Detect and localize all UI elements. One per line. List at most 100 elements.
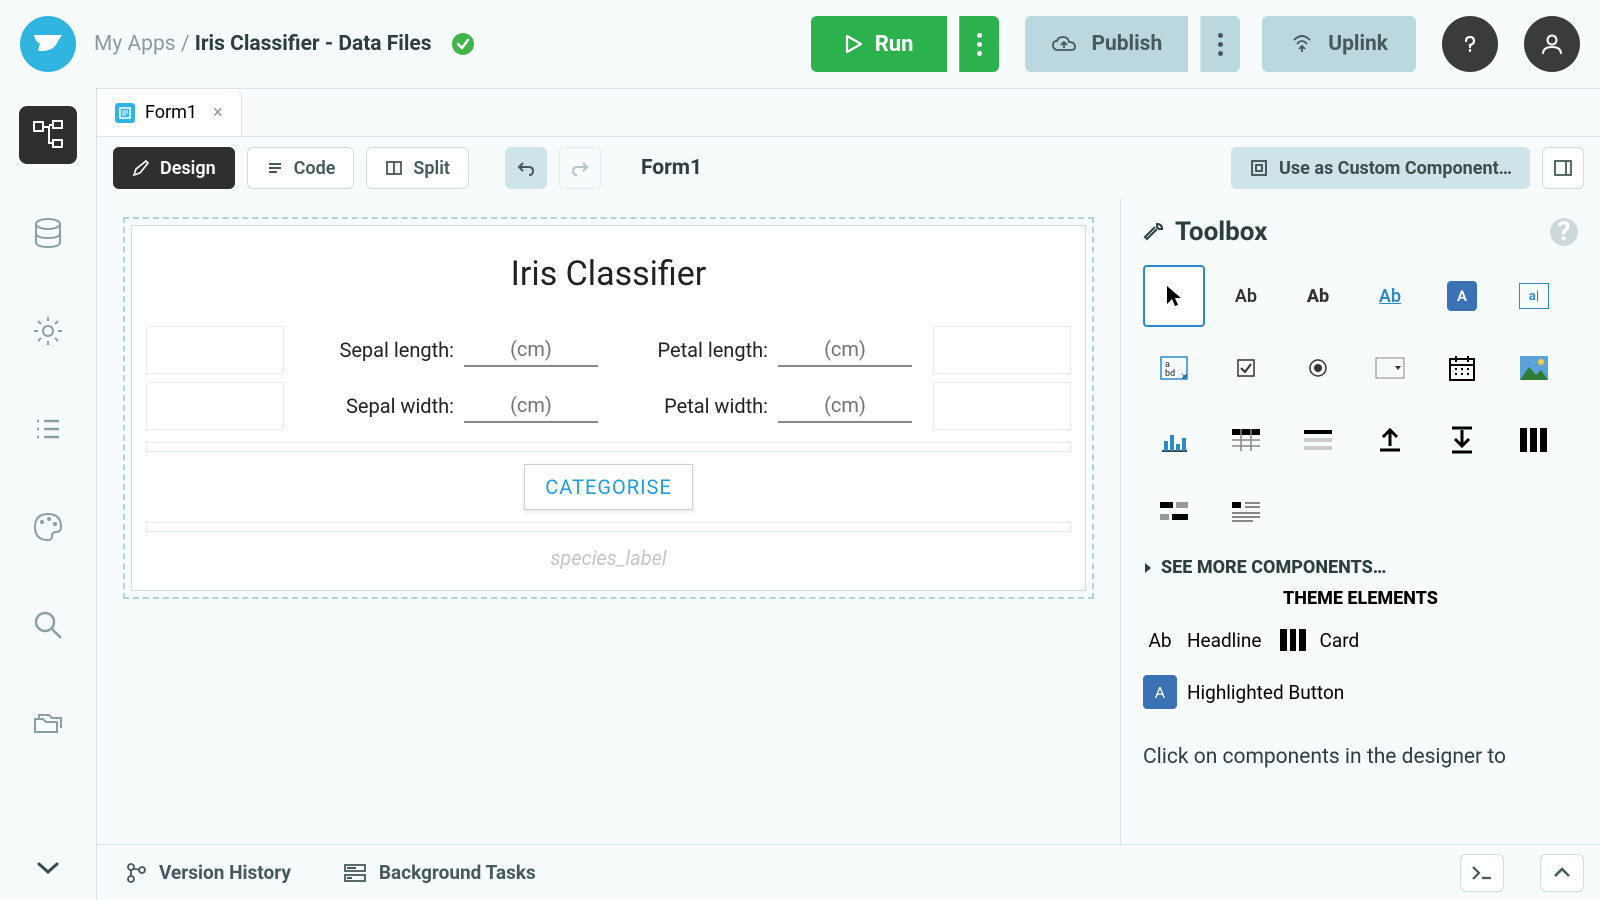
split-icon: [385, 159, 403, 177]
list-icon: [31, 412, 65, 446]
version-history-button[interactable]: Version History: [113, 861, 303, 884]
tool-textarea[interactable]: abd: [1143, 337, 1205, 399]
tool-datepicker[interactable]: [1431, 337, 1493, 399]
tool-link[interactable]: Ab: [1359, 265, 1421, 327]
toolbox-header: Toolbox ?: [1143, 217, 1578, 247]
rail-theme[interactable]: [19, 498, 77, 556]
tool-label[interactable]: Ab: [1215, 265, 1277, 327]
redo-icon: [570, 158, 590, 178]
drop-slot[interactable]: [146, 442, 1071, 452]
theme-headline[interactable]: AbHeadline: [1143, 623, 1262, 657]
textarea-icon: abd: [1158, 352, 1190, 384]
publish-more-button[interactable]: [1200, 16, 1240, 72]
theme-highlighted-button[interactable]: AHighlighted Button: [1143, 675, 1344, 709]
categorise-button[interactable]: CATEGORISE: [524, 464, 693, 510]
tool-pointer[interactable]: [1143, 265, 1205, 327]
petal-length-input[interactable]: [778, 333, 912, 367]
rail-database[interactable]: [19, 204, 77, 262]
background-tasks-button[interactable]: Background Tasks: [331, 861, 548, 884]
tool-data-grid[interactable]: [1215, 409, 1277, 471]
play-icon: [845, 34, 863, 54]
tool-repeating-panel[interactable]: [1287, 409, 1349, 471]
undo-button[interactable]: [505, 147, 547, 189]
caret-right-icon: [1143, 561, 1153, 575]
empty-slot[interactable]: [146, 326, 284, 374]
code-view-button[interactable]: Code: [247, 147, 355, 189]
drop-slot[interactable]: [146, 522, 1071, 532]
form-container[interactable]: Iris Classifier Sepal length: Petal leng…: [123, 217, 1094, 599]
expand-button[interactable]: [1540, 854, 1584, 892]
pointer-icon: [1164, 284, 1184, 308]
tab-bar: Form1 ×: [97, 89, 1600, 137]
tool-checkbox[interactable]: [1215, 337, 1277, 399]
rail-collapse[interactable]: [36, 860, 60, 876]
component-icon: [1249, 158, 1269, 178]
see-more-components[interactable]: SEE MORE COMPONENTS…: [1143, 557, 1578, 578]
species-label[interactable]: species_label: [146, 546, 1071, 570]
console-button[interactable]: [1460, 854, 1504, 892]
empty-slot[interactable]: [146, 382, 284, 430]
rail-files[interactable]: [19, 694, 77, 752]
petal-width-label[interactable]: Petal width:: [598, 394, 778, 418]
help-button[interactable]: [1442, 16, 1498, 72]
tab-form1[interactable]: Form1 ×: [97, 89, 242, 136]
checkbox-icon: [1236, 358, 1256, 378]
chart-icon: [1159, 427, 1189, 453]
redo-button[interactable]: [559, 147, 601, 189]
petal-length-label[interactable]: Petal length:: [598, 338, 778, 362]
tool-rich-text[interactable]: [1215, 481, 1277, 543]
design-view-button[interactable]: Design: [113, 147, 235, 189]
anvil-logo[interactable]: [20, 16, 76, 72]
image-icon: [1519, 355, 1549, 381]
tool-textbox[interactable]: a|: [1503, 265, 1565, 327]
tool-dropdown[interactable]: [1359, 337, 1421, 399]
sepal-length-label[interactable]: Sepal length:: [284, 338, 464, 362]
uplink-button[interactable]: Uplink: [1262, 16, 1416, 72]
tool-file-upload[interactable]: [1359, 409, 1421, 471]
tab-label: Form1: [145, 102, 197, 123]
breadcrumb-root[interactable]: My Apps: [94, 32, 176, 56]
tool-label-bold[interactable]: Ab: [1287, 265, 1349, 327]
rail-settings[interactable]: [19, 302, 77, 360]
theme-card[interactable]: Card: [1276, 623, 1360, 657]
close-icon[interactable]: ×: [213, 102, 223, 123]
account-button[interactable]: [1524, 16, 1580, 72]
petal-width-input[interactable]: [778, 389, 912, 423]
run-more-button[interactable]: [959, 16, 999, 72]
columns-panel-icon: [1519, 427, 1549, 453]
publish-button[interactable]: Publish: [1025, 16, 1188, 72]
rail-search[interactable]: [19, 596, 77, 654]
footer: Version History Background Tasks: [97, 844, 1600, 900]
breadcrumb[interactable]: My Apps / Iris Classifier - Data Files: [94, 32, 432, 56]
custom-component-button[interactable]: Use as Custom Component…: [1231, 147, 1530, 189]
toolbox-help-button[interactable]: ?: [1550, 218, 1578, 246]
panels-button[interactable]: [1542, 147, 1584, 189]
rail-app-browser[interactable]: [19, 106, 77, 164]
toolbox-panel: Toolbox ? Ab Ab Ab A a| abd: [1120, 199, 1600, 844]
header: My Apps / Iris Classifier - Data Files R…: [0, 0, 1600, 88]
workspace: Iris Classifier Sepal length: Petal leng…: [97, 199, 1600, 844]
tool-radio[interactable]: [1287, 337, 1349, 399]
tool-download[interactable]: [1431, 409, 1493, 471]
empty-slot[interactable]: [933, 326, 1071, 374]
tool-button[interactable]: A: [1431, 265, 1493, 327]
tool-flow-panel[interactable]: [1143, 481, 1205, 543]
tool-column-panel[interactable]: [1503, 409, 1565, 471]
sepal-width-input[interactable]: [464, 389, 598, 423]
folders-icon: [31, 706, 65, 740]
chevron-down-icon: [36, 860, 60, 876]
run-button[interactable]: Run: [811, 16, 948, 72]
sepal-length-input[interactable]: [464, 333, 598, 367]
search-icon: [31, 608, 65, 642]
empty-slot[interactable]: [933, 382, 1071, 430]
sepal-width-label[interactable]: Sepal width:: [284, 394, 464, 418]
rail-logs[interactable]: [19, 400, 77, 458]
card-icon: [1279, 628, 1307, 652]
tool-chart[interactable]: [1143, 409, 1205, 471]
breadcrumb-current[interactable]: Iris Classifier - Data Files: [195, 32, 432, 56]
design-canvas[interactable]: Iris Classifier Sepal length: Petal leng…: [97, 199, 1120, 844]
split-view-button[interactable]: Split: [366, 147, 469, 189]
form-heading[interactable]: Iris Classifier: [146, 254, 1071, 294]
tool-image[interactable]: [1503, 337, 1565, 399]
palette-icon: [31, 510, 65, 544]
